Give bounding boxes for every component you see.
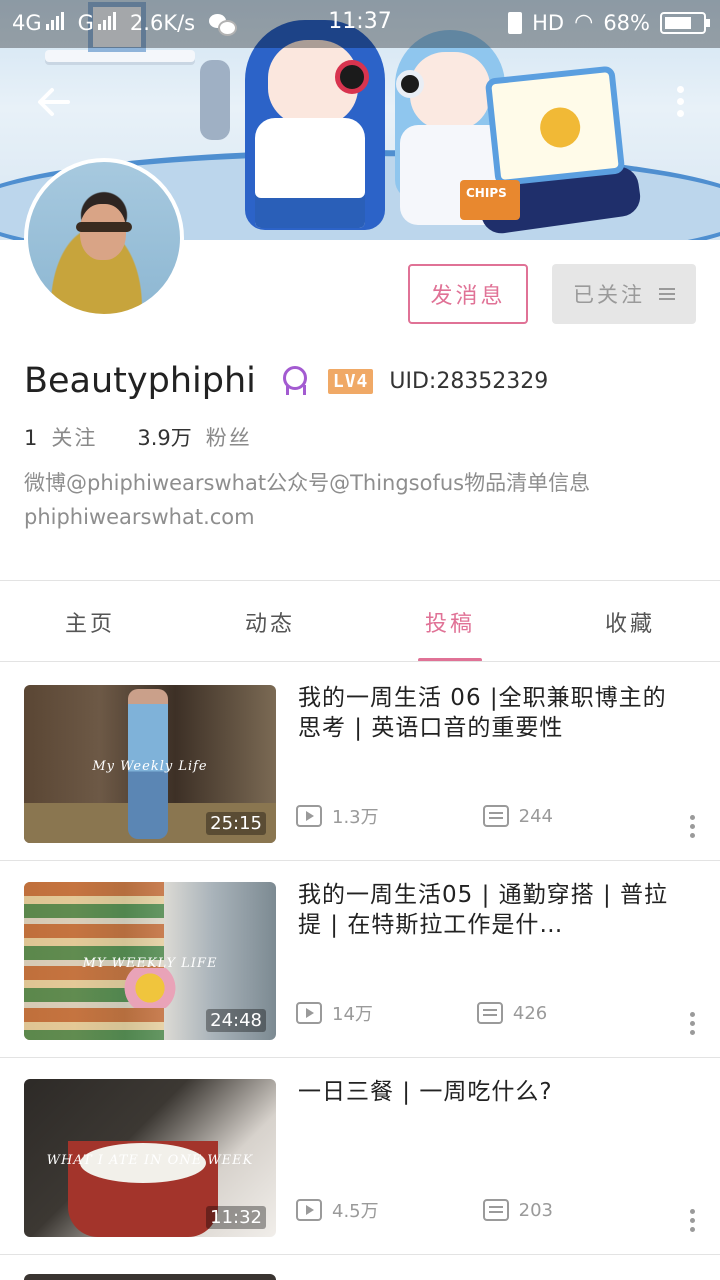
comment-icon	[482, 805, 509, 827]
profile-tabs: 主页 动态 投稿 收藏	[0, 582, 720, 662]
followers-label: 粉丝	[205, 426, 252, 450]
bio-line: phiphiwearswhat.com	[24, 505, 255, 529]
tab-uploads[interactable]: 投稿	[360, 582, 540, 662]
following-label: 已关注	[573, 283, 645, 307]
following-stat[interactable]: 1 关注	[24, 422, 97, 452]
wifi-icon: ◠	[574, 10, 594, 35]
video-meta: 14万 426	[296, 1000, 547, 1026]
send-message-button[interactable]: 发消息	[408, 264, 528, 324]
more-vertical-icon[interactable]	[690, 1012, 696, 1039]
followers-count: 3.9万	[137, 426, 192, 450]
more-options-icon[interactable]	[674, 86, 686, 122]
following-button[interactable]: 已关注	[552, 264, 696, 324]
following-count: 1	[24, 426, 38, 450]
comment-icon	[476, 1002, 503, 1024]
uid: UID:28352329	[389, 368, 549, 394]
thumbnail-caption: MY WEEKLY LIFE	[82, 956, 218, 971]
headphones-icon	[396, 70, 424, 98]
profile-name-row: Beautyphiphi LV4 UID:28352329	[24, 358, 548, 404]
next-video-thumbnail-partial[interactable]	[24, 1274, 276, 1280]
comment-count: 426	[512, 1002, 548, 1024]
tab-favorites[interactable]: 收藏	[540, 582, 720, 662]
avatar-sunglasses	[76, 222, 132, 232]
video-duration: 11:32	[206, 1206, 266, 1229]
play-count-icon	[296, 805, 322, 827]
video-title[interactable]: 我的一周生活05 | 通勤穿搭 | 普拉提 | 在特斯拉工作是什…	[298, 880, 688, 940]
video-title[interactable]: 我的一周生活 06 |全职兼职博主的思考 | 英语口音的重要性	[298, 683, 688, 743]
tv-icon	[484, 65, 626, 187]
bio-line: 微博@phiphiwearswhat公众号@Thingsofus物品清单信息	[24, 471, 591, 495]
play-count-icon	[296, 1002, 322, 1024]
stats-row: 1 关注 3.9万 粉丝	[24, 422, 252, 452]
video-list-item[interactable]: MY WEEKLY LIFE 24:48 我的一周生活05 | 通勤穿搭 | 普…	[0, 860, 720, 1057]
menu-icon	[659, 288, 675, 300]
avatar[interactable]	[24, 158, 184, 318]
medal-icon[interactable]	[280, 365, 308, 397]
back-arrow-svg	[38, 88, 70, 116]
bio: 微博@phiphiwearswhat公众号@Thingsofus物品清单信息 p…	[24, 466, 704, 534]
following-label: 关注	[51, 426, 98, 450]
hd-label: HD	[532, 10, 565, 35]
video-thumbnail[interactable]: MY WEEKLY LIFE 24:48	[24, 882, 276, 1040]
chips-label: CHIPS	[466, 186, 507, 200]
video-thumbnail[interactable]: WHAT I ATE IN ONE WEEK 11:32	[24, 1079, 276, 1237]
back-arrow-icon[interactable]	[34, 82, 78, 126]
video-meta: 4.5万 203	[296, 1197, 553, 1223]
thumbnail-caption: WHAT I ATE IN ONE WEEK	[46, 1153, 254, 1168]
thumbnail-caption: My Weekly Life	[92, 759, 208, 774]
video-list-item[interactable]: WHAT I ATE IN ONE WEEK 11:32 一日三餐 | 一周吃什…	[0, 1057, 720, 1254]
play-count-icon	[296, 1199, 322, 1221]
video-thumbnail[interactable]: My Weekly Life 25:15	[24, 685, 276, 843]
battery-icon	[660, 11, 710, 34]
avatar-face	[80, 204, 126, 260]
video-meta: 1.3万 244	[296, 803, 553, 829]
video-duration: 25:15	[206, 812, 266, 835]
banner-figurine	[200, 60, 230, 140]
view-count: 4.5万	[332, 1201, 379, 1222]
view-count: 1.3万	[332, 807, 379, 828]
followers-stat[interactable]: 3.9万 粉丝	[137, 422, 251, 452]
chips-bag: CHIPS	[460, 180, 520, 220]
headphones-icon	[335, 60, 369, 94]
comment-count: 203	[518, 1199, 553, 1221]
video-list-item[interactable]: My Weekly Life 25:15 我的一周生活 06 |全职兼职博主的思…	[0, 663, 720, 860]
battery-percent: 68%	[603, 10, 650, 35]
video-duration: 24:48	[206, 1009, 266, 1032]
view-count: 14万	[332, 1004, 373, 1025]
comment-icon	[482, 1199, 509, 1221]
divider	[0, 1254, 720, 1255]
divider	[0, 661, 720, 662]
level-badge: LV4	[327, 368, 374, 394]
status-right: HD ◠ 68%	[508, 10, 710, 35]
banner-girl1-shirt	[255, 118, 365, 228]
tab-home[interactable]: 主页	[0, 582, 180, 662]
comment-count: 244	[518, 805, 553, 827]
divider	[0, 580, 720, 581]
username: Beautyphiphi	[24, 361, 256, 401]
more-vertical-icon[interactable]	[690, 1209, 696, 1236]
video-title[interactable]: 一日三餐 | 一周吃什么?	[298, 1077, 688, 1107]
charging-icon	[508, 11, 523, 34]
more-vertical-icon[interactable]	[690, 815, 696, 842]
tab-activity[interactable]: 动态	[180, 582, 360, 662]
status-bar: 4G G 2.6K/s 11:37 HD ◠ 68%	[0, 0, 720, 48]
